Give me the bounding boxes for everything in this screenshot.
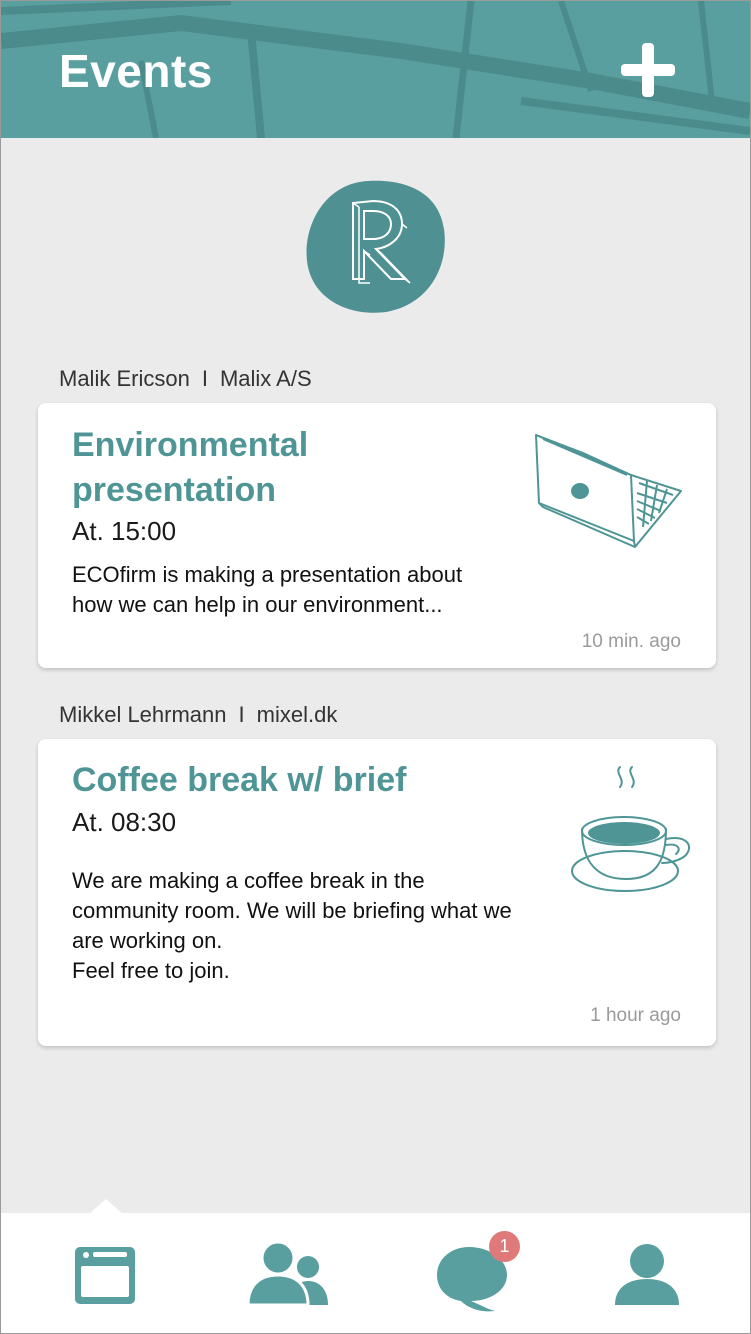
r-logo-icon	[306, 180, 445, 313]
event-card[interactable]: Environmental presentation At. 15:00 ECO…	[38, 403, 716, 668]
people-icon	[246, 1240, 328, 1307]
tab-people[interactable]	[242, 1233, 332, 1313]
author-name: Malik Ericson	[59, 366, 190, 391]
event-title: Environmental presentation	[72, 423, 308, 513]
organization-logo	[306, 179, 446, 315]
events-screen: Events Malik Ericson I Malix A/S Environme…	[0, 0, 751, 1334]
event-author-line: Malik Ericson I Malix A/S	[59, 365, 312, 393]
event-time: At. 15:00	[72, 516, 177, 546]
laptop-icon	[535, 434, 682, 548]
event-title: Coffee break w/ brief	[72, 761, 407, 799]
coffee-cup-icon	[571, 766, 691, 892]
author-separator: I	[201, 366, 208, 391]
event-description: We are making a coffee break in the comm…	[72, 868, 512, 983]
app-header: Events	[1, 1, 750, 138]
author-name: Mikkel Lehrmann	[59, 702, 227, 727]
event-description: ECOfirm is making a presentation about h…	[72, 562, 463, 617]
author-company: Malix A/S	[219, 366, 312, 391]
tab-events[interactable]	[61, 1233, 151, 1313]
event-title-line: Environmental	[72, 426, 309, 464]
events-icon	[75, 1247, 135, 1304]
event-title-line: presentation	[72, 471, 277, 509]
page-title: Events	[59, 45, 213, 97]
plus-icon	[621, 43, 675, 97]
event-author-line: Mikkel Lehrmann Imixel.dk	[59, 701, 337, 729]
event-card[interactable]: Coffee break w/ brief At. 08:30 We are m…	[38, 739, 716, 1046]
event-time: At. 08:30	[72, 807, 177, 837]
author-company: mixel.dk	[256, 702, 338, 727]
active-tab-pointer	[89, 1199, 123, 1214]
event-timestamp: 10 min. ago	[581, 631, 681, 652]
event-timestamp: 1 hour ago	[590, 1005, 681, 1026]
add-event-button[interactable]	[613, 35, 683, 105]
messages-badge: 1	[489, 1231, 520, 1262]
tab-profile[interactable]	[603, 1233, 693, 1313]
profile-icon	[615, 1244, 679, 1305]
author-separator: I	[238, 702, 245, 727]
